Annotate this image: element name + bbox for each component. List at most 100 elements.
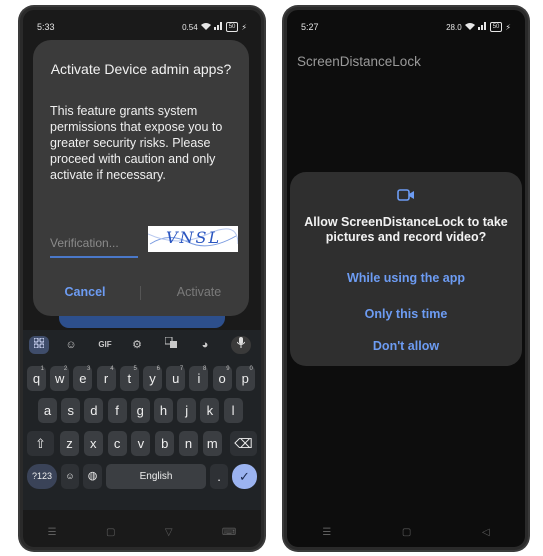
key-label: r: [103, 371, 109, 386]
back-nav-icon[interactable]: ◁: [482, 527, 490, 538]
key-u[interactable]: u7: [166, 366, 186, 391]
key-w[interactable]: w2: [50, 366, 70, 391]
battery-icon: 50: [489, 22, 503, 32]
signal-icon: [213, 22, 223, 32]
only-this-time-button[interactable]: Only this time: [300, 305, 512, 323]
key-p[interactable]: p0: [235, 366, 255, 391]
captcha-text: VNSL: [166, 228, 222, 247]
key-hint-1: 1: [40, 366, 44, 372]
symbols-key[interactable]: ?123: [27, 464, 57, 489]
key-i[interactable]: i8: [189, 366, 209, 391]
key-g[interactable]: g: [130, 398, 150, 423]
dialog-title: Allow ScreenDistanceLock to take picture…: [304, 215, 508, 244]
key-label: e: [79, 371, 87, 386]
home-nav-icon[interactable]: ▢: [106, 527, 115, 538]
key-f[interactable]: f: [107, 398, 127, 423]
nav-bar: ☰ ▢ ◁: [287, 518, 525, 546]
key-label: p: [241, 371, 249, 386]
key-label: w: [54, 371, 65, 386]
status-icons: 0.54 50 ⚡: [182, 22, 247, 32]
key-label: o: [218, 371, 226, 386]
key-a[interactable]: a: [38, 398, 57, 423]
charging-icon: ⚡: [241, 22, 247, 32]
key-hint-4: 4: [110, 366, 114, 372]
key-k[interactable]: k: [200, 398, 220, 423]
key-l[interactable]: l: [223, 398, 243, 423]
app-title: ScreenDistanceLock: [297, 54, 421, 69]
translate-icon[interactable]: [161, 336, 181, 354]
key-hint-8: 8: [203, 366, 207, 372]
key-label: q: [32, 371, 41, 386]
key-hint-2: 2: [63, 366, 68, 372]
dont-allow-button[interactable]: Don't allow: [300, 337, 512, 355]
key-y[interactable]: y6: [143, 366, 162, 391]
key-hint-0: 0: [249, 366, 253, 372]
key-b[interactable]: b: [155, 431, 175, 456]
verification-input[interactable]: Verification...: [50, 228, 138, 258]
key-n[interactable]: n: [179, 431, 198, 456]
settings-icon[interactable]: ⚙: [127, 336, 147, 354]
apps-grid-icon[interactable]: [29, 336, 49, 354]
key-h[interactable]: h: [154, 398, 173, 423]
key-m[interactable]: m: [202, 431, 222, 456]
status-time: 5:27: [301, 22, 319, 32]
key-e[interactable]: e3: [73, 366, 93, 391]
status-bar: 5:33 0.54 50 ⚡: [37, 20, 247, 34]
key-t[interactable]: t5: [119, 366, 139, 391]
keyboard-nav-icon[interactable]: ⌨: [222, 527, 236, 538]
video-camera-icon: [397, 188, 415, 202]
key-hint-3: 3: [87, 366, 91, 372]
dialog-message: This feature grants system permissions t…: [50, 104, 223, 182]
dialog-title: Activate Device admin apps?: [50, 61, 232, 77]
key-r[interactable]: r4: [96, 366, 116, 391]
nav-bar: ☰ ▢ ▽ ⌨: [23, 518, 261, 546]
button-divider: [140, 286, 141, 300]
home-nav-icon[interactable]: ▢: [402, 527, 411, 538]
palette-icon[interactable]: ◕: [195, 336, 215, 354]
key-q[interactable]: q1: [27, 366, 46, 391]
charging-icon: ⚡: [505, 22, 511, 32]
sticker-icon[interactable]: ☺: [61, 336, 81, 354]
status-time: 5:33: [37, 22, 55, 32]
key-row-4: ?123 ☺ ◍ English . ✓: [23, 464, 261, 490]
space-key[interactable]: English: [106, 464, 206, 489]
status-icons: 28.0 50 ⚡: [446, 22, 511, 32]
on-screen-keyboard: ☺ GIF ⚙ ◕ q1w2e3r4t5y6u7i8o9p0 asdfghjkl…: [23, 330, 261, 510]
emoji-key[interactable]: ☺: [61, 464, 79, 489]
device-admin-dialog: Activate Device admin apps? This feature…: [33, 40, 249, 316]
battery-icon: 50: [225, 22, 239, 32]
menu-nav-icon[interactable]: ☰: [322, 527, 331, 538]
key-hint-6: 6: [156, 366, 160, 372]
key-o[interactable]: o9: [212, 366, 232, 391]
period-key[interactable]: .: [210, 464, 228, 489]
keyboard-toolbar: ☺ GIF ⚙ ◕: [23, 330, 261, 360]
key-label: u: [172, 371, 180, 386]
key-hint-9: 9: [226, 366, 230, 372]
shift-key[interactable]: ⇧: [27, 431, 54, 456]
cancel-button[interactable]: Cancel: [45, 282, 125, 302]
mic-icon[interactable]: [231, 336, 251, 354]
key-z[interactable]: z: [60, 431, 79, 456]
backspace-key[interactable]: ⌫: [230, 431, 257, 456]
key-s[interactable]: s: [61, 398, 81, 423]
menu-nav-icon[interactable]: ☰: [48, 527, 57, 538]
key-label: i: [197, 371, 201, 386]
key-j[interactable]: j: [177, 398, 197, 423]
globe-icon[interactable]: ◍: [83, 464, 102, 489]
captcha-image[interactable]: VNSL: [148, 226, 238, 252]
net-speed: 0.54: [182, 22, 198, 32]
while-using-app-button[interactable]: While using the app: [300, 269, 512, 287]
camera-permission-dialog: Allow ScreenDistanceLock to take picture…: [290, 172, 522, 366]
key-v[interactable]: v: [131, 431, 151, 456]
key-x[interactable]: x: [83, 431, 103, 456]
left-phone-screen: 5:33 0.54 50 ⚡ Activate Device admin app…: [20, 7, 264, 550]
enter-key[interactable]: ✓: [232, 464, 257, 489]
key-hint-5: 5: [133, 366, 137, 372]
key-row-2: asdfghjkl: [23, 398, 261, 424]
back-nav-icon[interactable]: ▽: [165, 527, 173, 538]
underlying-button-peek: [59, 316, 225, 328]
key-d[interactable]: d: [84, 398, 104, 423]
gif-button[interactable]: GIF: [95, 336, 115, 354]
key-c[interactable]: c: [107, 431, 127, 456]
activate-button[interactable]: Activate: [159, 282, 239, 302]
